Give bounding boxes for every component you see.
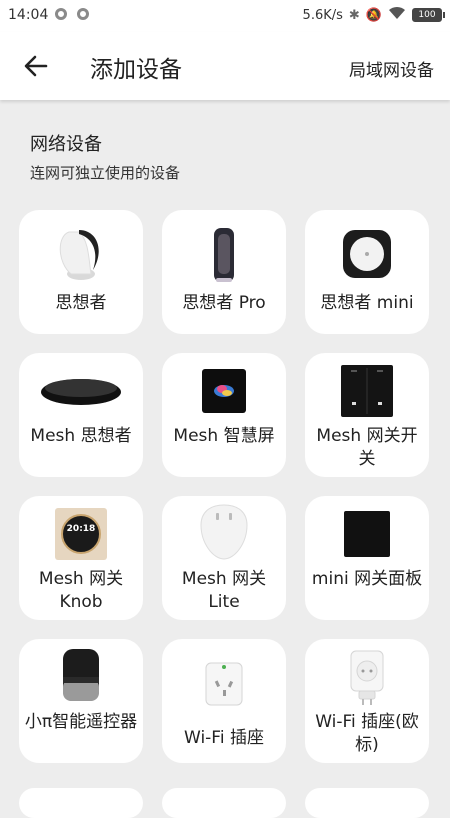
status-bar: 14:04 5.6K/s ✱ 🔕 100 xyxy=(0,0,450,32)
section-subtitle: 连网可独立使用的设备 xyxy=(30,164,181,182)
device-label: Wi-Fi 插座(欧标) xyxy=(315,712,419,755)
status-right-group: 5.6K/s ✱ 🔕 100 xyxy=(302,6,445,24)
mute-icon: 🔕 xyxy=(365,7,382,23)
mesh-smart-screen-icon xyxy=(162,359,286,423)
mesh-gateway-knob-icon: 20:18 xyxy=(19,502,143,566)
wifi-icon xyxy=(388,6,406,24)
device-label: Wi-Fi 插座 xyxy=(184,728,264,748)
device-label: Mesh 思想者 xyxy=(30,426,132,446)
device-card[interactable]: mini 网关面板 xyxy=(305,496,429,620)
device-card[interactable]: Wi-Fi 插座(欧标) xyxy=(305,639,429,763)
page-title: 添加设备 xyxy=(90,57,182,83)
device-label: Mesh 网关开关 xyxy=(316,426,418,469)
device-card[interactable]: 小π智能遥控器 xyxy=(19,639,143,763)
device-card[interactable]: Wi-Fi 插座 xyxy=(162,639,286,763)
network-speed: 5.6K/s xyxy=(302,7,343,23)
back-button[interactable] xyxy=(20,50,52,82)
thinker-pro-icon xyxy=(162,222,286,286)
device-label: 思想者 xyxy=(55,293,107,313)
section-title: 网络设备 xyxy=(30,134,102,155)
back-arrow-icon xyxy=(24,55,48,77)
device-label: 思想者 Pro xyxy=(182,293,266,313)
mesh-gateway-switch-icon xyxy=(305,359,429,423)
wifi-socket-icon xyxy=(162,651,286,715)
xiaopi-remote-icon xyxy=(19,643,143,707)
device-card-partial[interactable] xyxy=(162,788,286,818)
lan-devices-button[interactable]: 局域网设备 xyxy=(349,56,434,81)
device-card[interactable]: 思想者 xyxy=(19,210,143,334)
device-label: Mesh 网关 Knob xyxy=(38,569,124,612)
device-grid: 思想者 思想者 Pro 思想者 mini Mesh 思想者 Mesh 智慧屏 M… xyxy=(19,210,429,763)
device-card[interactable]: Mesh 网关 Lite xyxy=(162,496,286,620)
bluetooth-icon: ✱ xyxy=(348,7,360,23)
app-bar: 添加设备 局域网设备 xyxy=(0,32,450,100)
section-network-devices: 网络设备 连网可独立使用的设备 xyxy=(0,100,450,183)
device-card[interactable]: Mesh 智慧屏 xyxy=(162,353,286,477)
device-label: 小π智能遥控器 xyxy=(24,712,138,732)
device-label: 思想者 mini xyxy=(320,293,414,313)
device-card[interactable]: 思想者 Pro xyxy=(162,210,286,334)
mesh-gateway-lite-icon xyxy=(162,500,286,564)
status-time: 14:04 xyxy=(8,7,49,23)
device-card[interactable]: Mesh 网关开关 xyxy=(305,353,429,477)
wifi-socket-eu-icon xyxy=(305,645,429,709)
device-label: mini 网关面板 xyxy=(311,569,423,589)
device-card[interactable]: 20:18 Mesh 网关 Knob xyxy=(19,496,143,620)
thinker-mini-icon xyxy=(305,222,429,286)
mesh-thinker-icon xyxy=(19,357,143,421)
device-label: Mesh 网关 Lite xyxy=(181,569,267,612)
device-card-partial[interactable] xyxy=(19,788,143,818)
notification-icon xyxy=(55,8,67,20)
device-card-partial[interactable] xyxy=(305,788,429,818)
device-card[interactable]: Mesh 思想者 xyxy=(19,353,143,477)
device-label: Mesh 智慧屏 xyxy=(173,426,275,446)
notification-icon xyxy=(77,8,89,20)
mini-gateway-panel-icon xyxy=(305,502,429,566)
device-card[interactable]: 思想者 mini xyxy=(305,210,429,334)
knob-time: 20:18 xyxy=(66,524,96,534)
thinker-speaker-icon xyxy=(19,222,143,286)
battery-icon: 100 xyxy=(412,8,445,22)
